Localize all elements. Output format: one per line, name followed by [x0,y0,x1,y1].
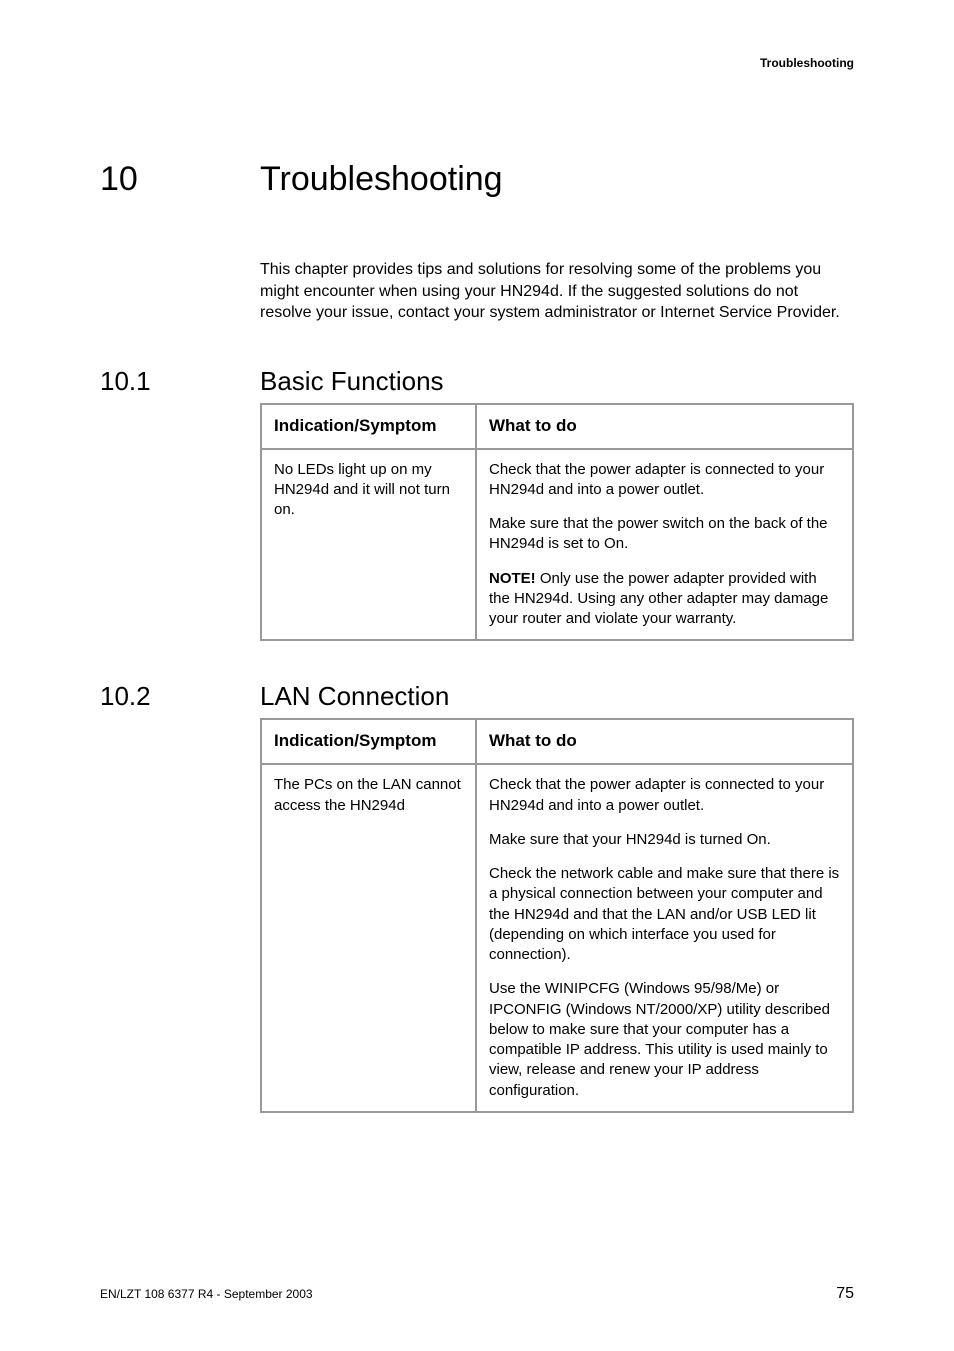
cell-indication: No LEDs light up on my HN294d and it wil… [261,449,476,641]
chapter-number: 10 [100,160,260,199]
table-header-row: Indication/Symptom What to do [261,404,853,449]
page-footer: EN/LZT 108 6377 R4 - September 2003 75 [100,1285,854,1303]
table-lan-connection: Indication/Symptom What to do The PCs on… [260,718,854,1112]
table-header-col1: Indication/Symptom [261,404,476,449]
table-header-col1: Indication/Symptom [261,719,476,764]
section-heading-10-2: 10.2 LAN Connection [100,681,854,712]
note-bold: NOTE! [489,570,536,587]
table-header-col2: What to do [476,404,853,449]
section-title: LAN Connection [260,681,449,712]
note-rest: Only use the power adapter provided with… [489,570,828,628]
section-number: 10.1 [100,366,260,397]
cell-indication: The PCs on the LAN cannot access the HN2… [261,764,476,1112]
page-number: 75 [836,1285,854,1303]
cell-whattodo: Check that the power adapter is connecte… [476,764,853,1112]
para: NOTE! Only use the power adapter provide… [489,569,840,630]
chapter-intro: This chapter provides tips and solutions… [260,259,854,324]
footer-left: EN/LZT 108 6377 R4 - September 2003 [100,1287,313,1301]
para: Use the WINIPCFG (Windows 95/98/Me) or I… [489,979,840,1101]
table-row: No LEDs light up on my HN294d and it wil… [261,449,853,641]
chapter-title: Troubleshooting [260,160,503,199]
table-basic-functions: Indication/Symptom What to do No LEDs li… [260,403,854,642]
para: Check the network cable and make sure th… [489,864,840,965]
table-row: The PCs on the LAN cannot access the HN2… [261,764,853,1112]
cell-whattodo: Check that the power adapter is connecte… [476,449,853,641]
para: Make sure that your HN294d is turned On. [489,830,840,850]
para: Check that the power adapter is connecte… [489,460,840,501]
table-header-row: Indication/Symptom What to do [261,719,853,764]
section-heading-10-1: 10.1 Basic Functions [100,366,854,397]
section-title: Basic Functions [260,366,444,397]
table-header-col2: What to do [476,719,853,764]
para: Make sure that the power switch on the b… [489,514,840,555]
section-number: 10.2 [100,681,260,712]
chapter-heading: 10 Troubleshooting [100,160,854,199]
para: Check that the power adapter is connecte… [489,775,840,816]
running-header: Troubleshooting [100,56,854,70]
